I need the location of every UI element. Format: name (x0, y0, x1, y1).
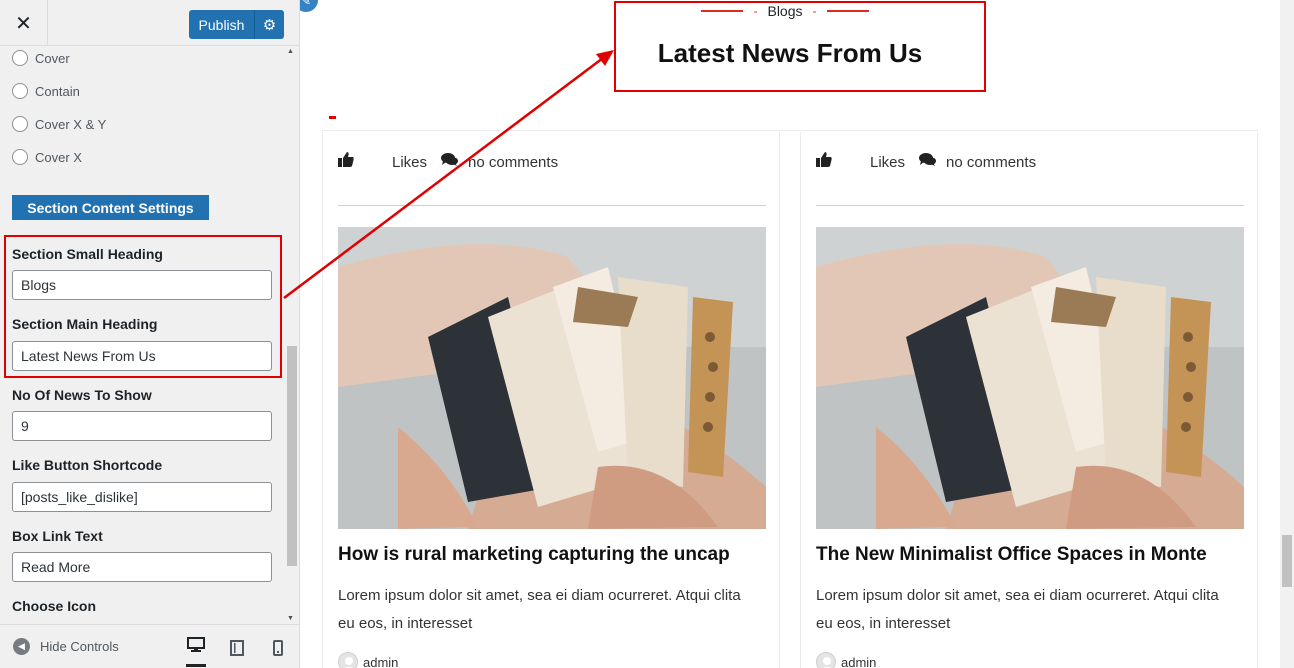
comments-icon (919, 153, 937, 171)
blog-card: Likes no comments (800, 132, 1258, 668)
radio-label: Contain (35, 83, 80, 99)
box-link-text-input[interactable] (12, 552, 272, 582)
preview-scrollbar[interactable] (1280, 0, 1294, 668)
radio-circle[interactable] (12, 83, 28, 99)
card-image[interactable] (816, 227, 1244, 529)
card-image[interactable] (338, 227, 766, 529)
radio-circle[interactable] (12, 50, 28, 66)
avatar (338, 652, 358, 668)
box-link-text-label: Box Link Text (12, 528, 103, 544)
like-shortcode-label: Like Button Shortcode (12, 457, 163, 473)
sidebar-scrollbar[interactable]: ▲ ▼ (286, 46, 298, 624)
card-title[interactable]: How is rural marketing capturing the unc… (338, 544, 730, 566)
news-count-label: No Of News To Show (12, 387, 152, 403)
sidebar-scroll-thumb[interactable] (287, 346, 297, 566)
like-shortcode-input[interactable] (12, 482, 272, 512)
radio-label: Cover X (35, 149, 82, 165)
annotation-box-sidebar (4, 235, 282, 378)
radio-circle[interactable] (12, 116, 28, 132)
collapse-icon: ◀ (13, 638, 30, 655)
sidebar-footer: ◀ Hide Controls (0, 624, 299, 668)
blog-card: Likes no comments (322, 132, 780, 668)
tablet-preview-icon[interactable] (227, 637, 247, 659)
hide-controls-label: Hide Controls (40, 639, 119, 654)
thumbs-up-icon[interactable] (338, 152, 354, 172)
comments-icon (441, 153, 459, 171)
radio-cover-x-y[interactable]: Cover X & Y (12, 116, 106, 132)
hide-controls-button[interactable]: ◀ Hide Controls (13, 638, 119, 655)
radio-contain[interactable]: Contain (12, 83, 80, 99)
radio-cover[interactable]: Cover (12, 50, 70, 66)
scroll-down-icon[interactable]: ▼ (287, 615, 294, 622)
pencil-icon[interactable]: ✎ (300, 0, 320, 14)
close-icon[interactable]: ✕ (0, 0, 48, 46)
mobile-preview-icon[interactable] (268, 637, 288, 659)
card-meta: Likes no comments (338, 152, 558, 172)
likes-label: Likes (392, 153, 428, 171)
sidebar-header: ✕ Publish ⚙ (0, 0, 299, 46)
card-meta: Likes no comments (816, 152, 1036, 172)
author-name: admin (841, 654, 877, 668)
site-preview: ✎ - Blogs - Latest News From Us Likes no… (300, 0, 1280, 668)
preview-scroll-thumb[interactable] (1282, 535, 1292, 587)
news-count-input[interactable] (12, 411, 272, 441)
likes-label: Likes (870, 153, 906, 171)
author-name: admin (363, 654, 399, 668)
radio-cover-x[interactable]: Cover X (12, 149, 82, 165)
thumbs-up-icon[interactable] (816, 152, 832, 172)
publish-button[interactable]: Publish (189, 10, 254, 39)
radio-circle[interactable] (12, 149, 28, 165)
card-author[interactable]: admin (816, 652, 876, 668)
avatar (816, 652, 836, 668)
comments-label[interactable]: no comments (946, 154, 1036, 171)
annotation-box-preview (614, 1, 986, 92)
card-title[interactable]: The New Minimalist Office Spaces in Mont… (816, 544, 1207, 566)
scroll-up-icon[interactable]: ▲ (287, 48, 294, 55)
desktop-preview-icon[interactable] (186, 637, 206, 667)
cards-divider (322, 130, 1258, 131)
radio-label: Cover (35, 50, 70, 66)
card-divider (338, 205, 766, 206)
card-excerpt: Lorem ipsum dolor sit amet, sea ei diam … (338, 587, 741, 632)
comments-label[interactable]: no comments (468, 154, 558, 171)
gear-icon[interactable]: ⚙ (254, 10, 284, 39)
red-marker (329, 116, 336, 119)
card-divider (816, 205, 1244, 206)
card-excerpt: Lorem ipsum dolor sit amet, sea ei diam … (816, 587, 1219, 632)
publish-group: Publish ⚙ (189, 10, 284, 39)
choose-icon-label: Choose Icon (12, 598, 97, 614)
section-content-settings-button[interactable]: Section Content Settings (12, 195, 209, 220)
card-author[interactable]: admin (338, 652, 398, 668)
radio-label: Cover X & Y (35, 116, 107, 132)
